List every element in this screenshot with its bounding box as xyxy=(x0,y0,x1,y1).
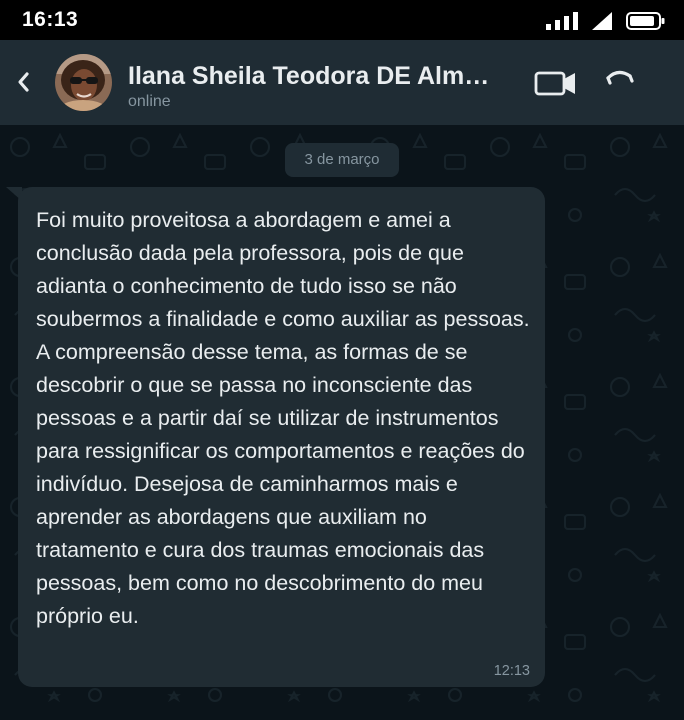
battery-icon xyxy=(626,12,665,30)
message-text: Foi muito proveitosa a abordagem e amei … xyxy=(36,208,530,628)
avatar[interactable] xyxy=(55,54,112,111)
back-button[interactable] xyxy=(10,62,36,102)
chat-screen: 16:13 Ilana Sheila Teodora DE Alm… onlin… xyxy=(0,0,684,720)
incoming-message-bubble[interactable]: Foi muito proveitosa a abordagem e amei … xyxy=(18,187,545,687)
status-bar: 16:13 xyxy=(0,0,684,40)
chat-header: Ilana Sheila Teodora DE Alm… online xyxy=(0,40,684,125)
status-icons xyxy=(546,10,666,32)
date-separator: 3 de março xyxy=(285,143,399,177)
voice-call-button[interactable] xyxy=(602,64,638,100)
phone-icon xyxy=(606,70,634,85)
message-time: 12:13 xyxy=(493,663,530,679)
chat-area[interactable]: 3 de março Foi muito proveitosa a aborda… xyxy=(0,125,684,720)
video-call-button[interactable] xyxy=(534,68,578,98)
contact-status: online xyxy=(128,93,171,110)
video-camera-icon xyxy=(534,71,575,96)
contact-name[interactable]: Ilana Sheila Teodora DE Alm… xyxy=(128,62,518,91)
signal-bars-icon xyxy=(546,12,578,30)
status-time: 16:13 xyxy=(22,8,79,31)
avatar-image xyxy=(55,54,112,111)
cell-signal-icon xyxy=(592,12,612,30)
chevron-left-icon xyxy=(18,72,29,92)
